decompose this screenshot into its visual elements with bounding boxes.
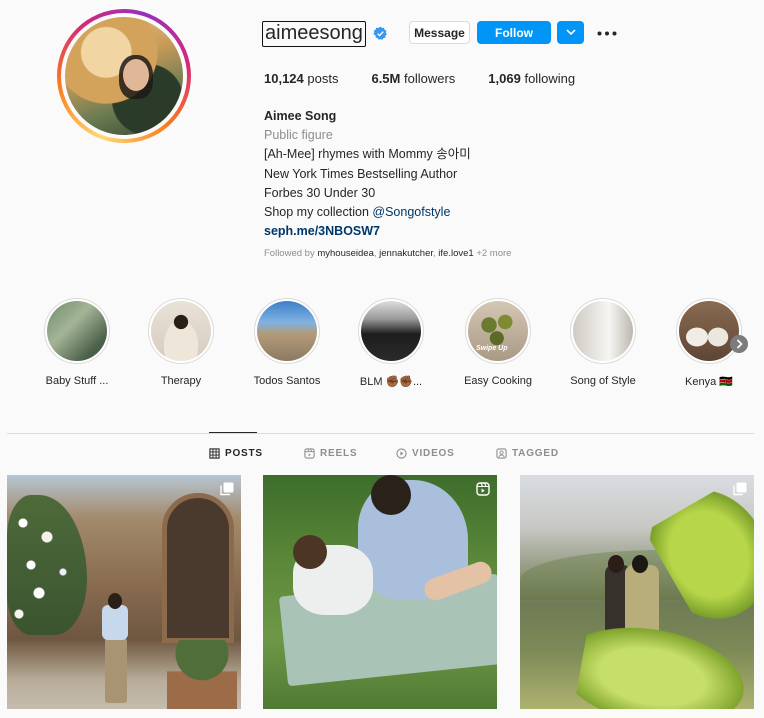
highlight-item[interactable]: Therapy: [131, 298, 231, 387]
post-image-figure: [293, 535, 327, 569]
post-thumbnail[interactable]: [7, 475, 241, 709]
active-tab-indicator: [209, 432, 257, 433]
followed-by[interactable]: Followed by myhouseidea, jennakutcher, i…: [264, 248, 511, 259]
posts-count: 10,124 posts: [264, 71, 338, 86]
highlight-cover: [679, 301, 739, 361]
post-image-figure: [100, 593, 130, 703]
profile-bio: Aimee Song Public figure [Ah-Mee] rhymes…: [264, 107, 471, 241]
post-thumbnail[interactable]: [520, 475, 754, 709]
post-thumbnail[interactable]: [263, 475, 497, 709]
posts-count-label: posts: [307, 71, 339, 86]
highlight-ring: [358, 298, 424, 364]
grid-icon: [209, 448, 220, 459]
highlight-cover: [361, 301, 421, 361]
bio-mention-link[interactable]: @Songofstyle: [372, 205, 450, 219]
tab-videos-label: VIDEOS: [412, 448, 455, 459]
highlight-ring: [676, 298, 742, 364]
followed-by-prefix: Followed by: [264, 248, 318, 259]
profile-stats: 10,124 posts 6.5M followers 1,069 follow…: [264, 71, 608, 86]
highlight-label: Easy Cooking: [464, 375, 532, 387]
following-count-label: following: [524, 71, 576, 86]
highlight-overlay-text: Swipe Up: [476, 345, 508, 352]
highlight-ring: [570, 298, 636, 364]
highlight-cover: [151, 301, 211, 361]
chevron-down-icon: [565, 29, 576, 36]
video-play-icon: [396, 448, 407, 459]
post-image-detail: [7, 495, 87, 635]
avatar-border: [61, 13, 187, 139]
reel-icon: [476, 482, 490, 496]
post-image-detail: [167, 640, 237, 709]
suggested-accounts-button[interactable]: [557, 21, 584, 44]
post-image-detail: [162, 493, 234, 643]
chevron-right-icon: [736, 339, 743, 349]
followers-count-value: 6.5M: [371, 71, 401, 86]
post-image-figure: [371, 475, 411, 515]
tab-tagged-label: TAGGED: [512, 448, 559, 459]
options-button[interactable]: [596, 24, 618, 42]
bio-line: Shop my collection @Songofstyle: [264, 203, 471, 222]
highlight-item[interactable]: BLM ✊🏾✊🏾...: [341, 298, 441, 388]
highlight-label: Therapy: [160, 375, 202, 387]
profile-avatar[interactable]: [57, 9, 191, 143]
highlight-cover: [573, 301, 633, 361]
tab-posts[interactable]: POSTS: [209, 448, 263, 459]
tabs-divider: [7, 433, 754, 434]
highlight-label: Song of Style: [570, 375, 636, 387]
tab-tagged[interactable]: TAGGED: [496, 448, 559, 459]
follow-button[interactable]: Follow: [477, 21, 551, 44]
tab-reels-label: REELS: [320, 448, 358, 459]
highlight-ring: Swipe Up: [465, 298, 531, 364]
highlights-next-button[interactable]: [730, 335, 748, 353]
followers-count-label: followers: [404, 71, 456, 86]
highlight-label: Kenya 🇰🇪: [685, 376, 733, 388]
carousel-icon: [220, 482, 234, 496]
bio-line: [Ah-Mee] rhymes with Mommy 송아미: [264, 147, 471, 162]
followed-by-user: myhouseidea: [317, 248, 374, 259]
highlight-ring: [254, 298, 320, 364]
posts-count-value: 10,124: [264, 71, 304, 86]
tab-videos[interactable]: VIDEOS: [396, 448, 455, 459]
highlight-cover: [47, 301, 107, 361]
highlight-cover: Swipe Up: [468, 301, 528, 361]
avatar-image: [65, 17, 183, 135]
carousel-icon: [733, 482, 747, 496]
message-button[interactable]: Message: [409, 21, 470, 44]
highlight-label: Baby Stuff ...: [45, 375, 109, 387]
bio-line: New York Times Bestselling Author: [264, 166, 458, 181]
bio-line-text: Shop my collection: [264, 205, 373, 220]
following-count-value: 1,069: [488, 71, 521, 86]
highlight-label: BLM ✊🏾✊🏾...: [359, 376, 423, 388]
highlight-cover: [257, 301, 317, 361]
followed-by-user: jennakutcher: [379, 248, 434, 259]
category-label: Public figure: [264, 128, 333, 143]
more-horizontal-icon: [597, 31, 617, 35]
highlight-item[interactable]: Baby Stuff ...: [27, 298, 127, 387]
reels-icon: [304, 448, 315, 459]
following-count[interactable]: 1,069 following: [488, 71, 575, 86]
bio-external-link[interactable]: seph.me/3NBOSW7: [264, 222, 471, 241]
highlight-ring: [44, 298, 110, 364]
verified-badge-icon: [373, 26, 387, 40]
story-highlights: Baby Stuff ... Therapy Todos Santos BLM …: [30, 298, 750, 393]
highlight-item[interactable]: Song of Style: [553, 298, 653, 387]
username: aimeesong: [262, 21, 366, 47]
highlight-label: Todos Santos: [253, 375, 321, 387]
tagged-user-icon: [496, 448, 507, 459]
avatar-figure-face: [123, 59, 149, 91]
followed-by-more: +2 more: [476, 248, 512, 259]
highlight-item[interactable]: Todos Santos: [237, 298, 337, 387]
tab-reels[interactable]: REELS: [304, 448, 357, 459]
followers-count[interactable]: 6.5M followers: [371, 71, 455, 86]
highlight-item[interactable]: Swipe Up Easy Cooking: [448, 298, 548, 387]
tab-posts-label: POSTS: [225, 448, 263, 459]
highlight-ring: [148, 298, 214, 364]
full-name: Aimee Song: [264, 109, 337, 123]
followed-by-user: ife.love1: [438, 248, 474, 259]
bio-line: Forbes 30 Under 30: [264, 185, 376, 200]
